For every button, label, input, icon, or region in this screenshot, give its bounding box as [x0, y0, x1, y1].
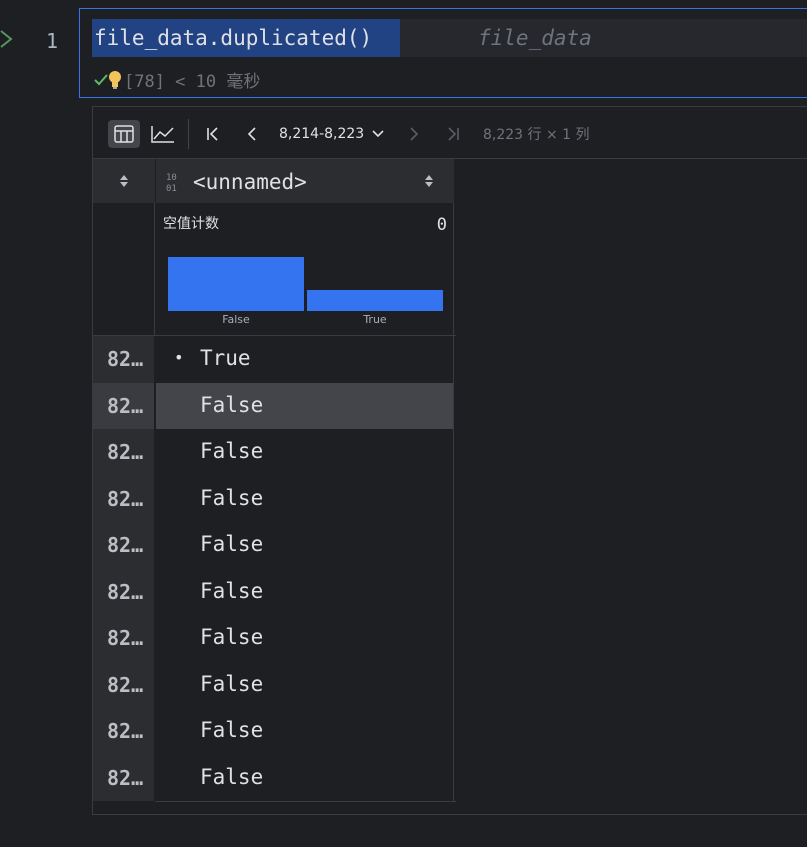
chevron-down-icon — [372, 130, 384, 138]
cell-value[interactable]: False — [156, 754, 454, 801]
bullet-icon: • — [174, 348, 184, 367]
cell-value[interactable]: False — [156, 708, 454, 755]
table-row[interactable]: 82… False — [93, 661, 456, 708]
row-index[interactable]: 82… — [93, 522, 155, 569]
table-shape-info: 8,223 行 × 1 列 — [483, 127, 590, 143]
table-row[interactable]: 82… False — [93, 382, 456, 429]
last-page-icon — [448, 127, 459, 141]
check-icon — [94, 73, 108, 85]
page-range-dropdown[interactable]: 8,214-8,223 — [279, 120, 384, 148]
cell-value[interactable]: False — [156, 382, 454, 429]
first-page-icon — [207, 127, 218, 141]
cell-value[interactable]: False — [156, 475, 454, 522]
table-row[interactable]: 82… False — [93, 429, 456, 476]
execution-status-text: [78] < 10 毫秒 — [124, 72, 261, 92]
row-index[interactable]: 82… — [93, 382, 155, 429]
cell-text: False — [200, 671, 264, 696]
viewer-toolbar: 8,214-8,223 8,223 行 × 1 列 — [93, 107, 807, 159]
histogram-bar-true — [307, 290, 443, 311]
lightbulb-icon[interactable] — [108, 70, 122, 90]
table-row[interactable]: 82… False — [93, 475, 456, 522]
row-index[interactable]: 82… — [93, 754, 155, 801]
table-row[interactable]: 82… False — [93, 615, 456, 662]
cell-text: False — [200, 764, 264, 789]
row-index[interactable]: 82… — [93, 475, 155, 522]
cell-text: False — [200, 625, 264, 649]
data-grid: 10 01 <unnamed> 空值计数 0 False True 82… • Tru… — [93, 159, 456, 802]
column-title: <unnamed> — [193, 170, 307, 194]
svg-text:01: 01 — [166, 184, 177, 193]
row-index[interactable]: 82… — [93, 336, 155, 383]
cell-text: False — [200, 578, 264, 603]
row-index[interactable]: 82… — [93, 708, 155, 755]
histogram-bar-false — [168, 257, 304, 311]
null-count-value: 0 — [436, 215, 447, 235]
table-row[interactable]: 82… False — [93, 708, 456, 755]
binary-type-icon: 10 01 — [166, 173, 177, 193]
chart-icon — [151, 126, 174, 143]
inline-hint: file_data — [478, 26, 592, 50]
cell-value[interactable]: False — [156, 568, 454, 615]
prev-page-button[interactable] — [241, 120, 263, 148]
column-stats: 空值计数 0 False True — [156, 203, 454, 335]
toolbar-separator — [188, 119, 189, 149]
row-index[interactable]: 82… — [93, 429, 155, 476]
table-row[interactable]: 82… False — [93, 522, 456, 569]
table-icon — [114, 125, 134, 143]
cell-text: True — [200, 346, 251, 370]
null-count-label: 空值计数 — [163, 216, 219, 232]
table-row[interactable]: 82… False — [93, 754, 456, 801]
data-viewer: 8,214-8,223 8,223 行 × 1 列 10 01 <unnamed… — [92, 106, 807, 815]
cell-text: False — [200, 718, 264, 742]
column-header[interactable]: 10 01 <unnamed> — [156, 159, 454, 203]
histogram-label: False — [222, 313, 250, 326]
next-page-button[interactable] — [403, 120, 425, 148]
next-page-icon — [410, 127, 419, 141]
svg-text:10: 10 — [166, 173, 177, 183]
code-text[interactable]: file_data.duplicated() — [94, 26, 372, 50]
sort-icon — [120, 175, 128, 187]
page-range-label: 8,214-8,223 — [279, 126, 365, 142]
code-cell[interactable]: file_data.duplicated() file_data [78] < … — [79, 8, 807, 98]
table-view-button[interactable] — [108, 120, 140, 148]
execution-status: [78] < 10 毫秒 — [94, 67, 260, 92]
grid-bottom-border — [155, 801, 456, 802]
last-page-button[interactable] — [441, 120, 465, 148]
cell-value[interactable]: False — [156, 661, 454, 708]
cell-text: False — [200, 532, 264, 556]
chart-view-button[interactable] — [148, 120, 178, 148]
cell-text: False — [200, 485, 264, 510]
index-header[interactable] — [93, 159, 156, 203]
line-number: 1 — [46, 29, 59, 53]
table-row[interactable]: 82… False — [93, 568, 456, 615]
sort-icon[interactable] — [424, 173, 434, 189]
cell-text: False — [200, 392, 264, 417]
index-stats-cell — [93, 203, 155, 335]
code-line[interactable]: file_data.duplicated() file_data — [92, 19, 807, 57]
table-row[interactable]: 82… • True — [93, 336, 456, 383]
row-index[interactable]: 82… — [93, 568, 155, 615]
run-arrow-icon[interactable] — [0, 28, 14, 50]
first-page-button[interactable] — [201, 120, 225, 148]
cell-value[interactable]: False — [156, 615, 454, 662]
row-index[interactable]: 82… — [93, 661, 155, 708]
histogram-label: True — [363, 313, 387, 326]
cell-value[interactable]: False — [156, 522, 454, 569]
cell-value[interactable]: • True — [156, 336, 454, 383]
prev-page-icon — [247, 127, 256, 141]
row-index[interactable]: 82… — [93, 615, 155, 662]
data-rows: 82… • True 82… False 82… False 82… False 82… False… — [93, 335, 456, 802]
cell-value[interactable]: False — [156, 429, 454, 476]
cell-text: False — [200, 439, 264, 463]
